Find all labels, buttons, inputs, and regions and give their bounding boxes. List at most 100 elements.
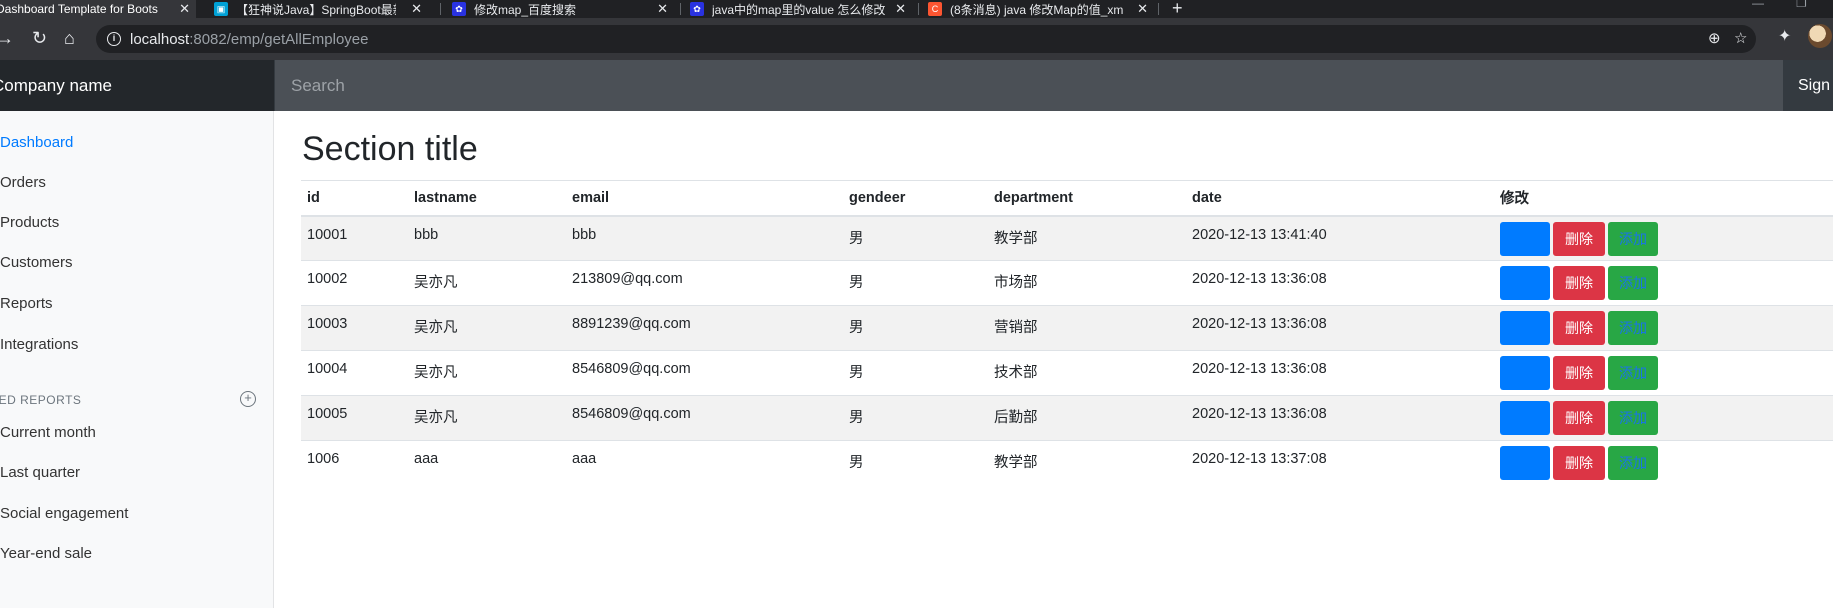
add-button[interactable]: 添加	[1608, 311, 1658, 345]
edit-button[interactable]	[1500, 266, 1550, 300]
sidebar-report-year-end-sale[interactable]: Year-end sale	[0, 545, 92, 562]
cell-gender: 男	[843, 395, 988, 441]
cell-id: 10001	[301, 215, 408, 261]
sidebar-report-social-engagement[interactable]: Social engagement	[0, 505, 128, 522]
cell-department: 营销部	[988, 305, 1186, 351]
edit-button[interactable]	[1500, 401, 1550, 435]
add-button[interactable]: 添加	[1608, 401, 1658, 435]
sidebar-item-reports[interactable]: Reports	[0, 295, 53, 312]
delete-button[interactable]: 删除	[1553, 221, 1605, 256]
cell-department: 市场部	[988, 260, 1186, 306]
cell-gender: 男	[843, 260, 988, 306]
brand[interactable]: Company name	[0, 60, 274, 111]
bilibili-favicon-icon: ▣	[214, 2, 228, 16]
cell-gender: 男	[843, 305, 988, 351]
home-icon[interactable]: ⌂	[64, 28, 75, 48]
table-row: 1006 aaa aaa 男教学部 2020-12-13 13:37:08 删除 添加	[301, 440, 1833, 486]
tab-separator	[1158, 3, 1159, 15]
tab-0[interactable]: Dashboard Template for Boots ✕	[0, 0, 196, 18]
add-button[interactable]: 添加	[1608, 221, 1658, 256]
tab-separator	[680, 3, 681, 15]
search-input[interactable]: Search	[275, 60, 1783, 111]
edit-button[interactable]	[1500, 221, 1550, 256]
close-icon[interactable]: ✕	[895, 0, 906, 18]
minimize-icon[interactable]: —	[1752, 0, 1764, 10]
delete-button[interactable]: 删除	[1553, 401, 1605, 435]
cell-department: 后勤部	[988, 395, 1186, 441]
cell-id: 10004	[301, 350, 408, 396]
baidu-favicon-icon: ✿	[690, 2, 704, 16]
sidebar-item-dashboard[interactable]: Dashboard	[0, 134, 73, 151]
close-icon[interactable]: ✕	[179, 0, 190, 18]
cell-date: 2020-12-13 13:41:40	[1186, 215, 1494, 261]
cell-id: 10005	[301, 395, 408, 441]
sidebar-report-current-month[interactable]: Current month	[0, 424, 96, 441]
tab-4[interactable]: C (8条消息) java 修改Map的值_xm ✕	[928, 0, 1154, 18]
table-row: 10002 吴亦凡 213809@qq.com 男市场部 2020-12-13 13:3…	[301, 260, 1833, 306]
sidebar-item-products[interactable]: Products	[0, 214, 59, 231]
cell-email: 8891239@qq.com	[566, 305, 843, 351]
delete-button[interactable]: 删除	[1553, 266, 1605, 300]
edit-button[interactable]	[1500, 356, 1550, 390]
table-row: 10005 吴亦凡 8546809@qq.com 男后勤部 2020-12-13 13:…	[301, 395, 1833, 441]
restore-icon[interactable]: ❐	[1796, 0, 1807, 10]
tab-2[interactable]: ✿ 修改map_百度搜索 ✕	[452, 0, 674, 18]
cell-actions: 删除 添加	[1494, 260, 1833, 306]
info-icon[interactable]: i	[107, 32, 121, 46]
close-icon[interactable]: ✕	[657, 0, 668, 18]
cell-email: 213809@qq.com	[566, 260, 843, 306]
csdn-favicon-icon: C	[928, 2, 942, 16]
sidebar-item-integrations[interactable]: Integrations	[0, 336, 78, 353]
cell-department: 技术部	[988, 350, 1186, 396]
cell-actions: 删除 添加	[1494, 350, 1833, 396]
cell-email: 8546809@qq.com	[566, 350, 843, 396]
sidebar-item-orders[interactable]: Orders	[0, 174, 46, 191]
sidebar-item-customers[interactable]: Customers	[0, 254, 73, 271]
cell-date: 2020-12-13 13:36:08	[1186, 305, 1494, 351]
close-icon[interactable]: ✕	[411, 0, 422, 18]
address-bar[interactable]: i localhost:8082/emp/getAllEmployee ⊕ ☆	[96, 25, 1756, 53]
add-button[interactable]: 添加	[1608, 356, 1658, 390]
column-header-lastname: lastname	[408, 180, 566, 217]
extensions-icon[interactable]: ✦	[1778, 26, 1791, 46]
close-icon[interactable]: ✕	[1137, 0, 1148, 18]
new-tab-icon[interactable]: +	[1172, 0, 1183, 19]
tab-1[interactable]: ▣ 【狂神说Java】SpringBoot最新 ✕	[214, 0, 428, 18]
tab-separator	[918, 3, 919, 15]
sidebar-report-last-quarter[interactable]: Last quarter	[0, 464, 80, 481]
cell-date: 2020-12-13 13:36:08	[1186, 395, 1494, 441]
main-content: Section title id lastname email gendeer …	[275, 111, 1833, 608]
column-header-gender: gendeer	[843, 180, 988, 217]
baidu-favicon-icon: ✿	[452, 2, 466, 16]
table-header-row: id lastname email gendeer department dat…	[301, 180, 1833, 217]
cell-actions: 删除 添加	[1494, 305, 1833, 351]
cell-date: 2020-12-13 13:37:08	[1186, 440, 1494, 486]
cell-lastname: 吴亦凡	[408, 305, 566, 351]
delete-button[interactable]: 删除	[1553, 356, 1605, 390]
employee-table: id lastname email gendeer department dat…	[301, 180, 1833, 486]
section-title: Section title	[302, 130, 478, 168]
bookmark-star-icon[interactable]: ☆	[1734, 29, 1747, 47]
tab-3[interactable]: ✿ java中的map里的value 怎么修改 ✕	[690, 0, 912, 18]
tab-title: (8条消息) java 修改Map的值_xm	[950, 2, 1124, 17]
cell-id: 10002	[301, 260, 408, 306]
cell-gender: 男	[843, 215, 988, 261]
add-button[interactable]: 添加	[1608, 266, 1658, 300]
add-button[interactable]: 添加	[1608, 446, 1658, 480]
edit-button[interactable]	[1500, 446, 1550, 480]
column-header-department: department	[988, 180, 1186, 217]
forward-icon[interactable]: →	[0, 28, 14, 48]
cell-actions: 删除 添加	[1494, 395, 1833, 441]
zoom-icon[interactable]: ⊕	[1708, 29, 1721, 47]
delete-button[interactable]: 删除	[1553, 446, 1605, 480]
delete-button[interactable]: 删除	[1553, 311, 1605, 345]
cell-id: 10003	[301, 305, 408, 351]
add-report-icon[interactable]: +	[240, 391, 256, 407]
tab-title: java中的map里的value 怎么修改	[712, 2, 886, 17]
reload-icon[interactable]: ↻	[32, 28, 47, 48]
sidebar: Dashboard Orders Products Customers Repo…	[0, 111, 274, 608]
cell-lastname: 吴亦凡	[408, 395, 566, 441]
browser-toolbar: → ↻ ⌂ i localhost:8082/emp/getAllEmploye…	[0, 18, 1833, 60]
profile-avatar[interactable]	[1808, 24, 1832, 48]
edit-button[interactable]	[1500, 311, 1550, 345]
